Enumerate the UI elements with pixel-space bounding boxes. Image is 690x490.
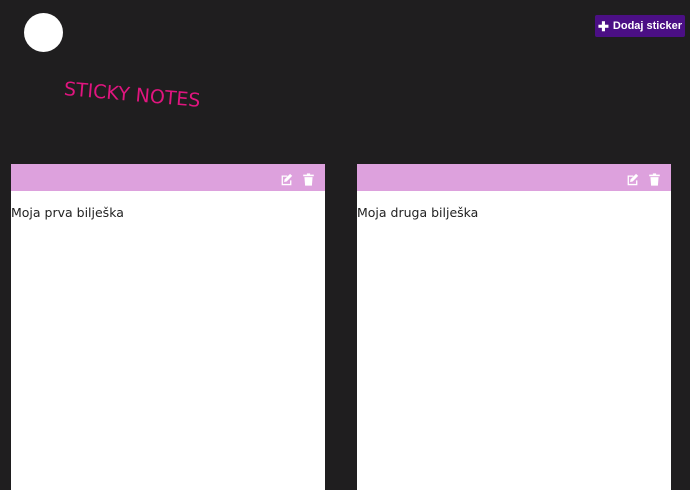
app-root: STICKY NOTES ✚ Dodaj sticker Moja prva b…	[0, 0, 690, 490]
note-text[interactable]: Moja prva bilješka	[11, 205, 325, 220]
note-actions	[280, 171, 315, 186]
sticky-note[interactable]: Moja prva bilješka	[11, 164, 325, 490]
avatar	[24, 13, 63, 52]
note-actions	[626, 171, 661, 186]
add-sticker-label: Dodaj sticker	[612, 20, 682, 32]
trash-icon[interactable]	[648, 171, 661, 186]
sticky-note[interactable]: Moja druga bilješka	[357, 164, 671, 490]
note-text[interactable]: Moja druga bilješka	[357, 205, 671, 220]
note-header	[357, 164, 671, 191]
brand-title: STICKY NOTES	[63, 78, 202, 112]
plus-icon: ✚	[598, 18, 609, 34]
edit-icon[interactable]	[626, 171, 639, 186]
note-header	[11, 164, 325, 191]
trash-icon[interactable]	[302, 171, 315, 186]
edit-icon[interactable]	[280, 171, 293, 186]
add-sticker-button[interactable]: ✚ Dodaj sticker	[595, 15, 685, 37]
